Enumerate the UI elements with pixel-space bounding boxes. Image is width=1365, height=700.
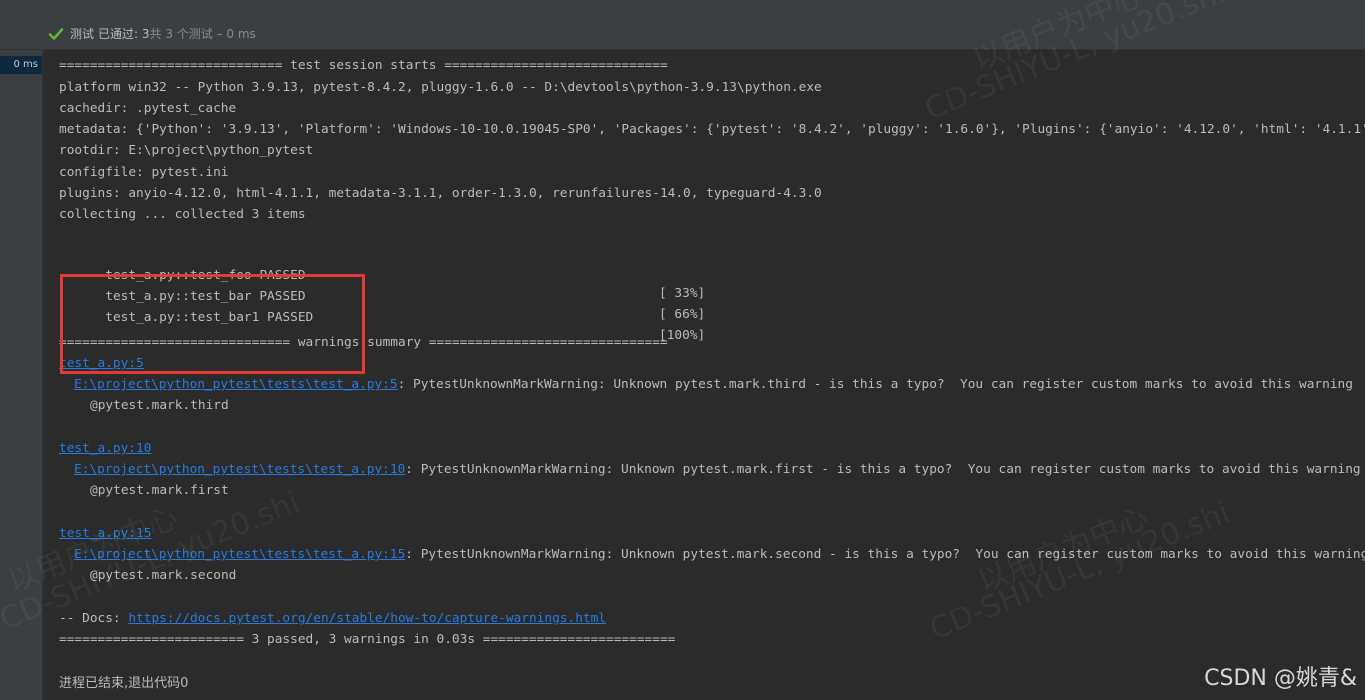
csdn-watermark: CSDN @姚青& <box>1204 666 1357 691</box>
test-run-window: 测试 已通过: 3 共 3 个测试 – 0 ms 0 ms ==========… <box>0 0 1365 700</box>
summary-line: ======================== 3 passed, 3 war… <box>59 632 676 647</box>
exit-message: 进程已结束,退出代码0 <box>59 676 189 691</box>
collecting-line: collecting ... collected 3 items <box>59 207 306 222</box>
cachedir-line: cachedir: .pytest_cache <box>59 101 237 116</box>
session-header: ============================= test sessi… <box>59 58 668 73</box>
warning-message: : PytestUnknownMarkWarning: Unknown pyte… <box>405 547 1365 562</box>
warning-path-link[interactable]: E:\project\python_pytest\tests\test_a.py… <box>74 462 405 477</box>
warning-detail-line: E:\project\python_pytest\tests\test_a.py… <box>74 546 1365 564</box>
rootdir-line: rootdir: E:\project\python_pytest <box>59 143 314 158</box>
warning-location-link[interactable]: test_a.py:5 <box>59 355 144 373</box>
metadata-line: metadata: {'Python': '3.9.13', 'Platform… <box>59 122 1365 137</box>
test-tree-gutter: 0 ms <box>0 50 43 700</box>
check-icon <box>48 27 64 40</box>
warning-path-link[interactable]: E:\project\python_pytest\tests\test_a.py… <box>74 377 398 392</box>
warning-path-link[interactable]: E:\project\python_pytest\tests\test_a.py… <box>74 547 405 562</box>
configfile-line: configfile: pytest.ini <box>59 165 229 180</box>
warning-message: : PytestUnknownMarkWarning: Unknown pyte… <box>405 462 1361 477</box>
warning-code: @pytest.mark.second <box>90 568 237 583</box>
test-status-bar: 测试 已通过: 3 共 3 个测试 – 0 ms <box>0 16 1365 50</box>
top-toolbar-strip <box>0 0 1365 16</box>
docs-line: -- Docs: https://docs.pytest.org/en/stab… <box>59 610 606 628</box>
warning-detail-line: E:\project\python_pytest\tests\test_a.py… <box>74 376 1353 394</box>
docs-link[interactable]: https://docs.pytest.org/en/stable/how-to… <box>128 611 606 626</box>
test-result-row: test_a.py::test_bar1 PASSED [100%] <box>59 291 1259 363</box>
docs-prefix: -- Docs: <box>59 611 129 626</box>
warning-code: @pytest.mark.third <box>90 398 229 413</box>
status-label: 测试 <box>70 27 95 41</box>
warnings-header: ============================== warnings … <box>59 335 668 350</box>
warning-code: @pytest.mark.first <box>90 483 229 498</box>
warning-location-link[interactable]: test_a.py:15 <box>59 525 151 543</box>
console-output[interactable]: ============================= test sessi… <box>43 50 1365 700</box>
test-result-text: test_a.py::test_bar1 PASSED <box>105 310 314 325</box>
warning-location-link[interactable]: test_a.py:10 <box>59 440 151 458</box>
plugins-line: plugins: anyio-4.12.0, html-4.1.1, metad… <box>59 186 822 201</box>
status-passed: 已通过: 3 <box>98 27 150 41</box>
test-duration-badge[interactable]: 0 ms <box>0 56 42 74</box>
status-count: 共 3 个测试 – 0 ms <box>149 27 256 41</box>
warning-message: : PytestUnknownMarkWarning: Unknown pyte… <box>397 377 1353 392</box>
platform-line: platform win32 -- Python 3.9.13, pytest-… <box>59 80 822 95</box>
warning-detail-line: E:\project\python_pytest\tests\test_a.py… <box>74 461 1361 479</box>
